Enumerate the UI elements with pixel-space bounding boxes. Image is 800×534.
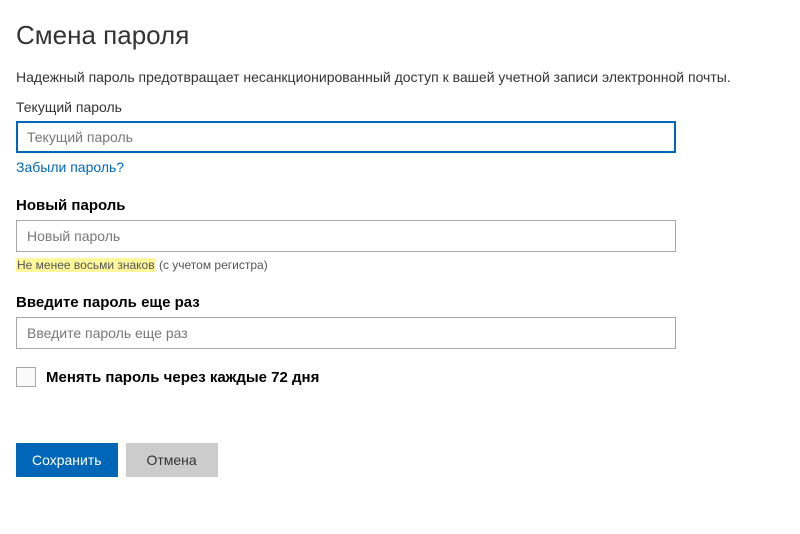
forgot-password-link[interactable]: Забыли пароль? [16, 159, 124, 175]
password-hint-rest: (с учетом регистра) [156, 258, 268, 272]
current-password-label: Текущий пароль [16, 99, 784, 115]
confirm-password-input[interactable] [16, 317, 676, 349]
password-hint-highlight: Не менее восьми знаков [16, 258, 156, 272]
expire-checkbox-row: Менять пароль через каждые 72 дня [16, 367, 784, 387]
expire-checkbox[interactable] [16, 367, 36, 387]
current-password-input[interactable] [16, 121, 676, 153]
confirm-password-label: Введите пароль еще раз [16, 294, 784, 311]
current-password-group: Текущий пароль Забыли пароль? [16, 99, 784, 175]
new-password-group: Новый пароль Не менее восьми знаков (с у… [16, 197, 784, 272]
confirm-password-group: Введите пароль еще раз [16, 294, 784, 349]
save-button[interactable]: Сохранить [16, 443, 118, 477]
password-hint: Не менее восьми знаков (с учетом регистр… [16, 258, 784, 272]
new-password-input[interactable] [16, 220, 676, 252]
button-row: Сохранить Отмена [16, 443, 784, 477]
new-password-label: Новый пароль [16, 197, 784, 214]
expire-checkbox-label: Менять пароль через каждые 72 дня [46, 369, 319, 386]
page-description: Надежный пароль предотвращает несанкцион… [16, 69, 784, 85]
cancel-button[interactable]: Отмена [126, 443, 218, 477]
page-title: Смена пароля [16, 20, 784, 51]
